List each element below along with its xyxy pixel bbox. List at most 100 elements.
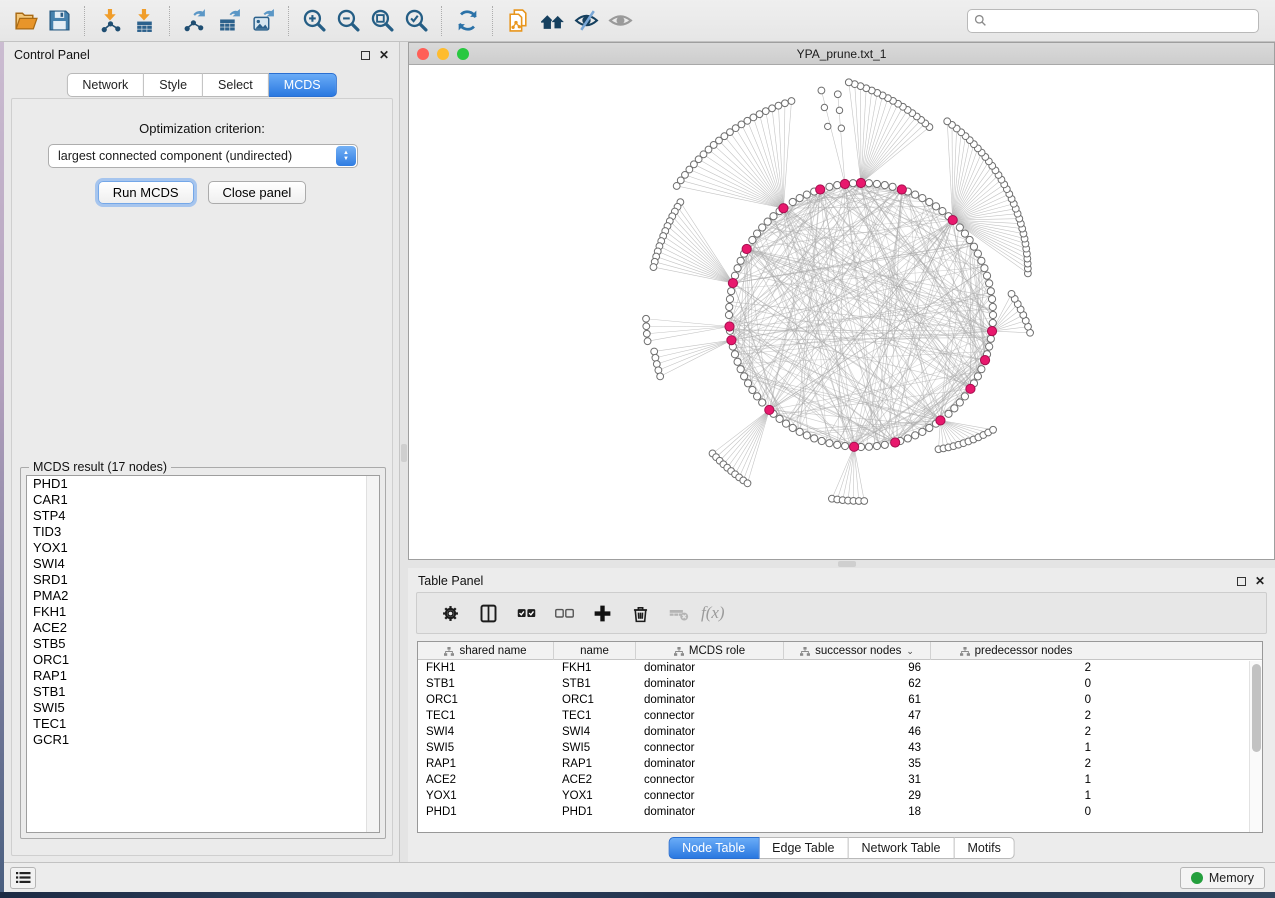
table-row[interactable]: FKH1FKH1dominator962: [418, 660, 1262, 676]
table-cell[interactable]: ORC1: [554, 694, 636, 706]
table-cell[interactable]: TEC1: [554, 710, 636, 722]
table-cell[interactable]: ACE2: [554, 774, 636, 786]
table-cell[interactable]: SWI4: [418, 726, 554, 738]
mcds-result-item[interactable]: GCR1: [27, 732, 379, 748]
hide-selected-icon[interactable]: [569, 6, 603, 36]
table-cell[interactable]: STB1: [418, 678, 554, 690]
column-header-shared-name[interactable]: shared name: [418, 642, 554, 660]
table-cell[interactable]: ORC1: [418, 694, 554, 706]
table-cell[interactable]: 2: [931, 710, 1101, 722]
tab-motifs[interactable]: Motifs: [954, 837, 1014, 859]
table-cell[interactable]: 46: [784, 726, 931, 738]
table-cell[interactable]: dominator: [636, 726, 784, 738]
mcds-result-item[interactable]: FKH1: [27, 604, 379, 620]
table-cell[interactable]: 1: [931, 742, 1101, 754]
column-header-MCDS-role[interactable]: MCDS role: [636, 642, 784, 660]
column-header-successor-nodes[interactable]: successor nodes⌄: [784, 642, 931, 660]
open-file-icon[interactable]: [8, 6, 42, 36]
close-panel-icon[interactable]: ✕: [379, 51, 389, 60]
zoom-fit-icon[interactable]: [365, 6, 399, 36]
export-table-icon[interactable]: [212, 6, 246, 36]
mcds-result-item[interactable]: TEC1: [27, 716, 379, 732]
zoom-out-icon[interactable]: [331, 6, 365, 36]
table-cell[interactable]: 29: [784, 790, 931, 802]
mcds-result-item[interactable]: STB1: [27, 684, 379, 700]
search-box[interactable]: [967, 9, 1259, 33]
delete-column-icon[interactable]: [621, 598, 659, 628]
table-cell[interactable]: 96: [784, 662, 931, 674]
table-cell[interactable]: ACE2: [418, 774, 554, 786]
table-row[interactable]: YOX1YOX1connector291: [418, 788, 1262, 804]
mcds-result-item[interactable]: SRD1: [27, 572, 379, 588]
search-input[interactable]: [987, 12, 1252, 30]
table-cell[interactable]: 1: [931, 774, 1101, 786]
tab-style[interactable]: Style: [144, 73, 203, 97]
table-cell[interactable]: SWI5: [418, 742, 554, 754]
table-cell[interactable]: 2: [931, 758, 1101, 770]
table-cell[interactable]: dominator: [636, 758, 784, 770]
network-canvas[interactable]: [409, 65, 1274, 559]
tab-edge-table[interactable]: Edge Table: [759, 837, 848, 859]
mcds-result-item[interactable]: YOX1: [27, 540, 379, 556]
mcds-result-item[interactable]: TID3: [27, 524, 379, 540]
first-neighbors-icon[interactable]: [535, 6, 569, 36]
table-cell[interactable]: 0: [931, 678, 1101, 690]
create-column-icon[interactable]: [583, 598, 621, 628]
horizontal-splitter-handle[interactable]: [838, 561, 856, 567]
mcds-list-scrollbar[interactable]: [366, 476, 379, 832]
refresh-view-icon[interactable]: [450, 6, 484, 36]
tab-network-table[interactable]: Network Table: [849, 837, 955, 859]
mcds-result-item[interactable]: PHD1: [27, 476, 379, 492]
table-row[interactable]: RAP1RAP1dominator352: [418, 756, 1262, 772]
mcds-result-item[interactable]: STB5: [27, 636, 379, 652]
table-cell[interactable]: connector: [636, 774, 784, 786]
select-all-rows-icon[interactable]: [507, 598, 545, 628]
close-panel-icon[interactable]: ✕: [1255, 577, 1265, 586]
show-panels-list-button[interactable]: [10, 867, 36, 889]
table-scrollbar[interactable]: [1249, 661, 1262, 832]
tab-select[interactable]: Select: [203, 73, 269, 97]
table-cell[interactable]: connector: [636, 710, 784, 722]
export-network-icon[interactable]: [178, 6, 212, 36]
float-panel-icon[interactable]: [361, 51, 370, 60]
column-header-predecessor-nodes[interactable]: predecessor nodes: [931, 642, 1101, 660]
mcds-result-item[interactable]: ORC1: [27, 652, 379, 668]
table-cell[interactable]: FKH1: [418, 662, 554, 674]
table-row[interactable]: SWI5SWI5connector431: [418, 740, 1262, 756]
table-cell[interactable]: 0: [931, 806, 1101, 818]
table-cell[interactable]: PHD1: [418, 806, 554, 818]
table-cell[interactable]: 0: [931, 694, 1101, 706]
vertical-splitter-handle[interactable]: [401, 444, 407, 462]
table-cell[interactable]: SWI5: [554, 742, 636, 754]
table-cell[interactable]: 35: [784, 758, 931, 770]
float-panel-icon[interactable]: [1237, 577, 1246, 586]
table-cell[interactable]: 43: [784, 742, 931, 754]
export-image-icon[interactable]: [246, 6, 280, 36]
table-cell[interactable]: 61: [784, 694, 931, 706]
table-cell[interactable]: 47: [784, 710, 931, 722]
table-row[interactable]: TEC1TEC1connector472: [418, 708, 1262, 724]
table-row[interactable]: ACE2ACE2connector311: [418, 772, 1262, 788]
criterion-select[interactable]: largest connected component (undirected)…: [48, 144, 358, 168]
table-cell[interactable]: 18: [784, 806, 931, 818]
table-cell[interactable]: STB1: [554, 678, 636, 690]
mcds-result-item[interactable]: SWI4: [27, 556, 379, 572]
mcds-result-item[interactable]: RAP1: [27, 668, 379, 684]
memory-button[interactable]: Memory: [1180, 867, 1265, 889]
table-cell[interactable]: YOX1: [418, 790, 554, 802]
table-cell[interactable]: SWI4: [554, 726, 636, 738]
tab-mcds[interactable]: MCDS: [269, 73, 337, 97]
table-cell[interactable]: YOX1: [554, 790, 636, 802]
node-table[interactable]: shared namenameMCDS rolesuccessor nodes⌄…: [417, 641, 1263, 833]
table-row[interactable]: STB1STB1dominator620: [418, 676, 1262, 692]
table-cell[interactable]: dominator: [636, 678, 784, 690]
node-table-header[interactable]: shared namenameMCDS rolesuccessor nodes⌄…: [418, 642, 1262, 660]
table-cell[interactable]: 2: [931, 662, 1101, 674]
network-graph[interactable]: [409, 65, 1274, 559]
tab-node-table[interactable]: Node Table: [668, 837, 759, 859]
save-session-icon[interactable]: [42, 6, 76, 36]
table-cell[interactable]: RAP1: [554, 758, 636, 770]
run-mcds-button[interactable]: Run MCDS: [98, 181, 194, 204]
table-cell[interactable]: FKH1: [554, 662, 636, 674]
table-cell[interactable]: RAP1: [418, 758, 554, 770]
